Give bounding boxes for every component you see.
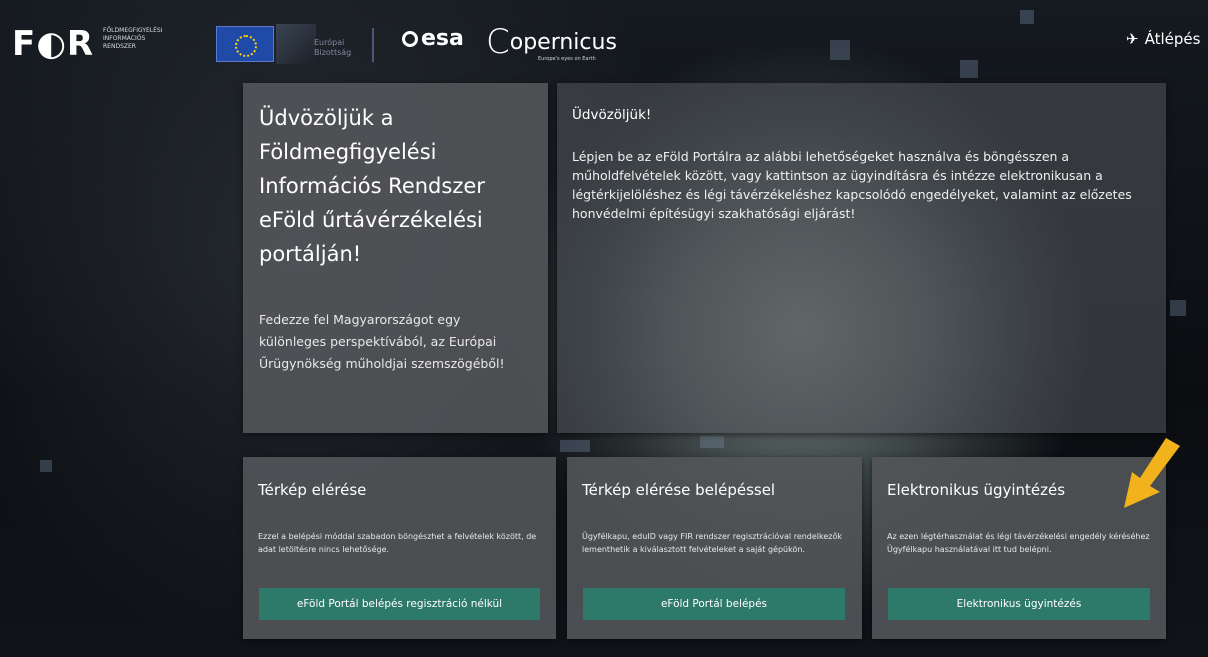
for-subtitle-line: RENDSZER	[103, 43, 136, 50]
logo-divider	[372, 28, 374, 62]
portal-login-button[interactable]: eFöld Portál belépés	[583, 588, 845, 620]
portal-login-no-registration-button[interactable]: eFöld Portál belépés regisztráció nélkül	[259, 588, 540, 620]
esa-text: esa	[421, 26, 464, 51]
copernicus-text: opernicus	[509, 30, 617, 55]
for-subtitle-line: FÖLDMEGFIGYELÉSI	[103, 27, 163, 34]
pixel-decoration	[560, 440, 590, 452]
for-subtitle-line: INFORMÁCIÓS	[103, 35, 146, 42]
card-text: Az ezen légtérhasználat és légi távérzék…	[887, 532, 1150, 554]
map-access-card: Térkép elérése Ezzel a belépési móddal s…	[243, 457, 556, 639]
welcome-text: Fedezze fel Magyarországot egy különlege…	[259, 312, 505, 371]
pixel-decoration	[40, 460, 52, 472]
card-title: Térkép elérése	[258, 481, 367, 499]
for-logo-subtitle: FÖLDMEGFIGYELÉSI INFORMÁCIÓS RENDSZER	[103, 27, 203, 51]
eu-building-icon	[276, 24, 316, 64]
arrow-down-left-icon	[1124, 438, 1180, 508]
e-administration-button[interactable]: Elektronikus ügyintézés	[888, 588, 1150, 620]
card-title: Térkép elérése belépéssel	[582, 481, 776, 499]
intro-card: Üdvözöljük! Lépjen be az eFöld Portálra …	[557, 83, 1166, 433]
card-text: Ezzel a belépési móddal szabadon böngész…	[258, 532, 537, 554]
pixel-decoration	[700, 436, 724, 448]
intro-title: Üdvözöljük!	[572, 107, 652, 123]
welcome-title: Üdvözöljük a Földmegfigyelési Információ…	[259, 106, 485, 266]
card-text: Ügyfélkapu, eduID vagy FIR rendszer regi…	[582, 532, 843, 554]
welcome-card: Üdvözöljük a Földmegfigyelési Információ…	[243, 83, 548, 433]
card-title: Elektronikus ügyintézés	[887, 481, 1066, 499]
eu-text-line: Bizottság	[314, 48, 352, 57]
copernicus-tagline: Europe's eyes on Earth	[538, 56, 596, 62]
eu-flag-icon	[216, 26, 274, 62]
esa-logo: esa	[402, 26, 464, 51]
pixel-decoration	[1170, 300, 1186, 316]
european-commission-logo: Európai Bizottság	[216, 24, 366, 64]
eu-text-line: Európai	[314, 38, 345, 47]
intro-text: Lépjen be az eFöld Portálra az alábbi le…	[572, 149, 1132, 221]
plane-icon: ✈	[1126, 30, 1139, 48]
esa-dot-icon	[402, 31, 418, 47]
for-logo[interactable]: F◐R	[12, 24, 94, 64]
login-link[interactable]: ✈ Átlépés	[1126, 30, 1200, 48]
login-label: Átlépés	[1144, 30, 1201, 48]
eu-logo-text: Európai Bizottság	[314, 38, 351, 58]
top-header: F◐R FÖLDMEGFIGYELÉSI INFORMÁCIÓS RENDSZE…	[0, 0, 1208, 72]
map-access-login-card: Térkép elérése belépéssel Ügyfélkapu, ed…	[567, 457, 862, 639]
copernicus-c: C	[486, 22, 510, 62]
